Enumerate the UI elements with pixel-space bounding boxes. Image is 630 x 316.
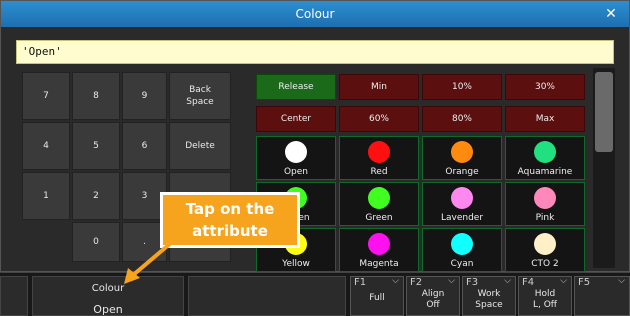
max-button[interactable]: Max: [505, 106, 585, 132]
key-0[interactable]: 0: [72, 222, 120, 262]
f5-number: F5: [578, 277, 591, 288]
f4-number: F4: [522, 277, 535, 288]
f1-key[interactable]: F1 ⌵ Full: [350, 276, 404, 316]
colour-red[interactable]: Red: [339, 136, 419, 180]
colour-swatch: [451, 187, 473, 209]
key-1[interactable]: 1: [22, 172, 70, 220]
colour-magenta[interactable]: Magenta: [339, 228, 419, 272]
key-4[interactable]: 4: [22, 122, 70, 170]
colour-label: Green: [365, 213, 393, 223]
close-icon[interactable]: ✕: [603, 1, 619, 27]
attribute-value: Open: [93, 303, 123, 316]
colour-lavender[interactable]: Lavender: [422, 182, 502, 226]
chevron-down-icon: ⌵: [448, 276, 455, 286]
colour-label: Yellow: [282, 259, 310, 269]
colour-label: Lavender: [440, 213, 484, 223]
scrollbar-thumb[interactable]: [595, 72, 613, 152]
key-5[interactable]: 5: [72, 122, 120, 170]
ten-percent-button[interactable]: 10%: [422, 74, 502, 100]
chevron-down-icon: ⌵: [618, 276, 625, 286]
bottom-empty-cell: [188, 276, 346, 316]
command-input[interactable]: 'Open': [16, 40, 614, 64]
colour-swatch: [534, 233, 556, 255]
colour-label: Orange: [445, 167, 479, 177]
key-2[interactable]: 2: [72, 172, 120, 220]
f1-label: Full: [369, 293, 385, 303]
colour-open[interactable]: Open: [256, 136, 336, 180]
colour-label: Magenta: [359, 259, 399, 269]
colour-swatch: [368, 187, 390, 209]
key-8[interactable]: 8: [72, 72, 120, 120]
f3-number: F3: [466, 277, 479, 288]
center-button[interactable]: Center: [256, 106, 336, 132]
colour-attribute-button[interactable]: Colour Open: [32, 276, 184, 316]
colour-label: Red: [370, 167, 388, 177]
colour-label: CTO 2: [531, 259, 559, 269]
tap-attribute-callout: Tap on the attribute: [160, 192, 300, 248]
key-delete[interactable]: Delete: [169, 122, 231, 170]
f3-label: Work Space: [475, 289, 503, 310]
chevron-down-icon: ⌵: [504, 276, 511, 286]
f2-number: F2: [410, 277, 423, 288]
attribute-title: Colour: [91, 283, 125, 294]
colour-swatch: [285, 141, 307, 163]
f5-key[interactable]: F5 ⌵: [574, 276, 630, 316]
f2-label: Align Off: [421, 289, 445, 310]
eighty-percent-button[interactable]: 80%: [422, 106, 502, 132]
window-title: Colour: [295, 7, 335, 21]
release-button[interactable]: Release: [256, 74, 336, 100]
f1-number: F1: [354, 277, 367, 288]
colour-label: Open: [283, 167, 309, 177]
colour-aquamarine[interactable]: Aquamarine: [505, 136, 585, 180]
colour-swatch: [451, 233, 473, 255]
colour-swatch: [534, 141, 556, 163]
f4-label: Hold L, Off: [532, 289, 558, 310]
key-7[interactable]: 7: [22, 72, 70, 120]
chevron-down-icon: ⌵: [560, 276, 567, 286]
f4-key[interactable]: F4 ⌵ Hold L, Off: [518, 276, 572, 316]
f3-key[interactable]: F3 ⌵ Work Space: [462, 276, 516, 316]
colour-swatch: [368, 233, 390, 255]
colour-green-2[interactable]: Green: [339, 182, 419, 226]
colour-orange[interactable]: Orange: [422, 136, 502, 180]
f2-key[interactable]: F2 ⌵ Align Off: [406, 276, 460, 316]
chevron-down-icon: ⌵: [392, 276, 399, 286]
thirty-percent-button[interactable]: 30%: [505, 74, 585, 100]
key-backspace[interactable]: Back Space: [169, 72, 231, 120]
sixty-percent-button[interactable]: 60%: [339, 106, 419, 132]
colour-label: Aquamarine: [517, 167, 573, 177]
colour-swatch: [451, 141, 473, 163]
min-button[interactable]: Min: [339, 74, 419, 100]
window-titlebar: Colour: [1, 1, 629, 27]
colour-pink[interactable]: Pink: [505, 182, 585, 226]
colour-label: Cyan: [450, 259, 474, 269]
bottom-left-cell: [0, 276, 28, 316]
key-9[interactable]: 9: [122, 72, 167, 120]
key-6[interactable]: 6: [122, 122, 167, 170]
colour-label: Pink: [535, 213, 555, 223]
colour-swatch: [368, 141, 390, 163]
colour-swatch: [534, 187, 556, 209]
colour-cyan[interactable]: Cyan: [422, 228, 502, 272]
colour-cto-2[interactable]: CTO 2: [505, 228, 585, 272]
